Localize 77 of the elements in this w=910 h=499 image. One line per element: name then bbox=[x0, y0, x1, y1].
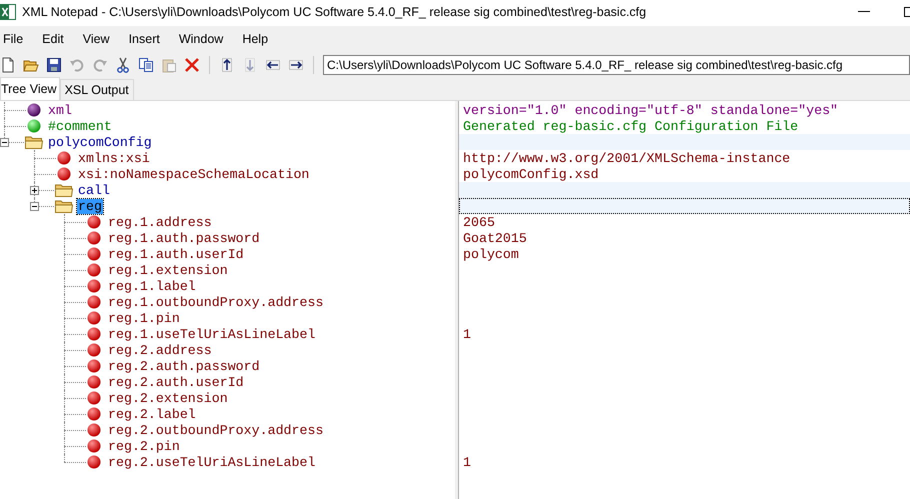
declaration-node-icon bbox=[25, 102, 43, 118]
collapse-icon[interactable] bbox=[0, 138, 9, 147]
node-name[interactable]: reg.2.auth.userId bbox=[107, 374, 245, 390]
window-title: XML Notepad - C:\Users\yli\Downloads\Polycom UC Software 5.4.0_RF_ release sig combined\test\reg-basic.cfg bbox=[22, 4, 646, 18]
node-value: polycom bbox=[463, 246, 519, 262]
tab[interactable]: Tree View bbox=[0, 77, 60, 100]
menu-item[interactable]: Help bbox=[239, 32, 278, 46]
node-value: 2065 bbox=[463, 214, 495, 230]
node-value: http://www.w3.org/2001/XMLSchema-instance bbox=[463, 150, 790, 166]
node-name[interactable]: call bbox=[77, 182, 111, 198]
node-name[interactable]: #comment bbox=[47, 118, 113, 134]
node-name[interactable]: xsi:noNamespaceSchemaLocation bbox=[77, 166, 310, 182]
menu-item[interactable]: Insert bbox=[126, 32, 170, 46]
attribute-node-icon bbox=[85, 358, 103, 374]
nudge-left-icon[interactable] bbox=[265, 57, 281, 73]
attribute-node-icon bbox=[85, 294, 103, 310]
attribute-node-icon bbox=[85, 246, 103, 262]
node-name[interactable]: reg.2.extension bbox=[107, 390, 229, 406]
delete-icon[interactable] bbox=[184, 57, 200, 73]
node-name[interactable]: reg.1.useTelUriAsLineLabel bbox=[107, 326, 316, 342]
tab[interactable]: XSL Output bbox=[60, 79, 134, 100]
attribute-node-icon bbox=[85, 262, 103, 278]
node-value: 1 bbox=[463, 454, 471, 470]
node-name[interactable]: polycomConfig bbox=[47, 134, 153, 150]
node-value: Generated reg-basic.cfg Configuration File bbox=[463, 118, 798, 134]
minimize-icon[interactable] bbox=[858, 10, 870, 12]
node-value: Goat2015 bbox=[463, 230, 527, 246]
node-name[interactable]: reg.1.pin bbox=[107, 310, 181, 326]
folder-icon bbox=[25, 135, 43, 149]
new-icon[interactable] bbox=[0, 57, 16, 73]
node-name[interactable]: reg.1.auth.userId bbox=[107, 246, 245, 262]
attribute-node-icon bbox=[85, 390, 103, 406]
menu-item[interactable]: View bbox=[80, 32, 120, 46]
attribute-node-icon bbox=[85, 310, 103, 326]
node-name[interactable]: reg.2.useTelUriAsLineLabel bbox=[107, 454, 316, 470]
attribute-node-icon bbox=[85, 438, 103, 454]
cut-icon[interactable] bbox=[115, 57, 131, 73]
attribute-node-icon bbox=[85, 278, 103, 294]
expand-icon[interactable] bbox=[30, 186, 39, 195]
node-name[interactable]: xmlns:xsi bbox=[77, 150, 151, 166]
attribute-node-icon bbox=[85, 454, 103, 470]
node-name[interactable]: reg.1.label bbox=[107, 278, 197, 294]
attribute-node-icon bbox=[55, 150, 73, 166]
attribute-node-icon bbox=[55, 166, 73, 182]
node-name[interactable]: reg bbox=[77, 198, 103, 214]
attribute-node-icon bbox=[85, 406, 103, 422]
nudge-up-icon[interactable] bbox=[219, 57, 235, 73]
node-value: 1 bbox=[463, 326, 471, 342]
menu-item[interactable]: Edit bbox=[39, 32, 74, 46]
node-name[interactable]: reg.2.label bbox=[107, 406, 197, 422]
folder-icon bbox=[55, 183, 73, 197]
collapse-icon[interactable] bbox=[30, 202, 39, 211]
folder-icon bbox=[55, 199, 73, 213]
copy-icon[interactable] bbox=[138, 57, 154, 73]
node-name[interactable]: reg.1.extension bbox=[107, 262, 229, 278]
node-name[interactable]: reg.2.address bbox=[107, 342, 213, 358]
menu-item[interactable]: File bbox=[0, 32, 34, 46]
attribute-node-icon bbox=[85, 230, 103, 246]
node-value: polycomConfig.xsd bbox=[463, 166, 599, 182]
save-icon[interactable] bbox=[46, 57, 62, 73]
node-name[interactable]: reg.1.address bbox=[107, 214, 213, 230]
nudge-right-icon[interactable] bbox=[288, 57, 304, 73]
menu-item[interactable]: Window bbox=[176, 32, 234, 46]
node-name[interactable]: reg.2.outboundProxy.address bbox=[107, 422, 324, 438]
node-name[interactable]: reg.1.auth.password bbox=[107, 230, 261, 246]
node-name[interactable]: reg.2.auth.password bbox=[107, 358, 261, 374]
attribute-node-icon bbox=[85, 342, 103, 358]
node-name[interactable]: reg.1.outboundProxy.address bbox=[107, 294, 324, 310]
node-value: version="1.0" encoding="utf-8" standalone="yes" bbox=[463, 102, 838, 118]
comment-node-icon bbox=[25, 118, 43, 134]
attribute-node-icon bbox=[85, 422, 103, 438]
node-name[interactable]: xml bbox=[47, 102, 73, 118]
attribute-node-icon bbox=[85, 214, 103, 230]
attribute-node-icon bbox=[85, 326, 103, 342]
node-name[interactable]: reg.2.pin bbox=[107, 438, 181, 454]
location-field[interactable]: C:\Users\yli\Downloads\Polycom UC Software 5.4.0_RF_ release sig combined\test\reg-basic.cfg bbox=[323, 55, 910, 75]
attribute-node-icon bbox=[85, 374, 103, 390]
